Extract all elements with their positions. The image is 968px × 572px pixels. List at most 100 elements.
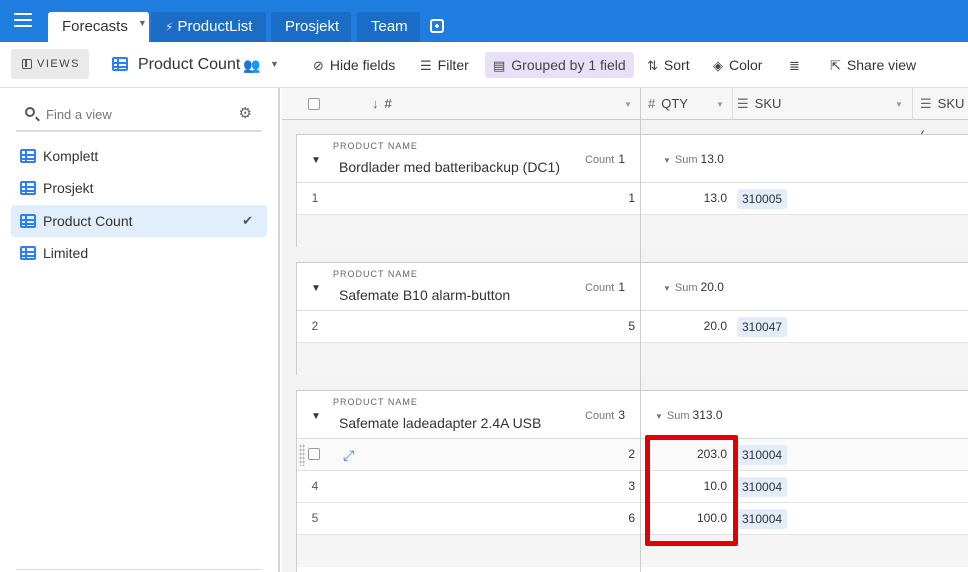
gear-icon[interactable]: ⚙: [239, 104, 252, 122]
column-label: SKU: [754, 96, 782, 111]
views-toggle-button[interactable]: VIEWS: [11, 49, 89, 79]
group-field-label: PRODUCT NAME: [333, 397, 418, 407]
cell-number[interactable]: 3: [628, 471, 635, 502]
button-label: Grouped by 1 field: [511, 57, 626, 73]
collapse-triangle-icon[interactable]: ▼: [311, 411, 321, 422]
hide-fields-button[interactable]: ⊘ Hide fields: [307, 53, 401, 77]
cell-qty[interactable]: 10.0: [704, 471, 727, 502]
top-tab-bar: Forecasts ▼ ⚡ ProductList Prosjekt Team: [0, 0, 968, 42]
sort-button[interactable]: ⇅ Sort: [641, 53, 696, 77]
cell-sku[interactable]: 310004: [737, 445, 788, 465]
filter-button[interactable]: ☰ Filter: [414, 53, 475, 77]
row-number: 4: [311, 479, 319, 493]
drag-handle-icon[interactable]: [299, 444, 305, 466]
grouped-grid: ↓# ▼ #QTY ▼ ☰SKU ▼ ☰SKU ( ▼ PRODUCT NAME…: [282, 88, 968, 572]
eye-slash-icon: ⊘: [313, 58, 324, 73]
caret-down-icon[interactable]: ▼: [138, 18, 147, 28]
collaborative-people-icon: 👥: [243, 57, 261, 73]
view-name-button[interactable]: Product Count: [112, 53, 240, 77]
sidebar-item-label: Komplett: [43, 148, 99, 164]
cell-qty[interactable]: 203.0: [697, 439, 727, 470]
row-number: 5: [311, 511, 319, 525]
button-label: Color: [729, 57, 763, 73]
tab-label: Prosjekt: [285, 18, 340, 35]
menu-icon[interactable]: [14, 13, 32, 29]
chevron-down-icon[interactable]: ▼: [716, 100, 724, 109]
select-all-checkbox[interactable]: [308, 98, 320, 110]
cell-sku[interactable]: 310004: [737, 509, 788, 529]
find-view-search: ⚙: [16, 98, 262, 132]
group-icon: ▤: [493, 58, 506, 73]
group-header: ▼ PRODUCT NAME Safemate B10 alarm-button…: [297, 263, 968, 311]
table-row[interactable]: 2 5 20.0 310047: [297, 311, 968, 343]
caret-down-icon: ▼: [663, 284, 671, 293]
sidebar-item-limited[interactable]: Limited: [11, 237, 267, 269]
expand-record-icon[interactable]: ⤢: [343, 447, 354, 464]
table-row[interactable]: ⤢ 2 203.0 310004: [297, 439, 968, 471]
tab-label: Forecasts: [62, 18, 128, 35]
cell-sku[interactable]: 310047: [737, 317, 788, 337]
table-row[interactable]: 1 1 13.0 310005: [297, 183, 968, 215]
grid-view-icon: [20, 214, 36, 228]
find-view-input[interactable]: [46, 103, 226, 125]
group-count: Count 3: [585, 408, 625, 422]
column-header-qty[interactable]: # QTY: [648, 88, 688, 120]
count-label: Count: [584, 282, 615, 294]
share-view-button[interactable]: ⇱ Share view: [824, 53, 922, 77]
table-row[interactable]: 5 6 100.0 310004: [297, 503, 968, 535]
add-table-icon[interactable]: [430, 19, 444, 33]
row-height-button[interactable]: ≣: [783, 53, 806, 77]
table-row[interactable]: 4 3 10.0 310004: [297, 471, 968, 503]
autonumber-icon: ↓: [372, 96, 379, 111]
color-button[interactable]: ◈ Color: [707, 53, 768, 77]
cell-qty[interactable]: 100.0: [697, 503, 727, 534]
chevron-down-icon[interactable]: ▼: [895, 100, 903, 109]
collapse-triangle-icon[interactable]: ▼: [311, 155, 321, 166]
button-label: Sort: [663, 57, 690, 73]
row-checkbox[interactable]: [308, 448, 320, 460]
column-divider: [732, 88, 733, 120]
caret-down-icon[interactable]: ▼: [270, 59, 279, 69]
caret-down-icon: ▼: [655, 412, 663, 421]
column-header-number[interactable]: ↓ #: [372, 88, 392, 120]
sum-value: 313.0: [692, 408, 723, 422]
cell-qty[interactable]: 20.0: [704, 311, 727, 342]
filter-icon: ☰: [420, 58, 432, 73]
sidebar-item-product-count[interactable]: Product Count ✔: [11, 205, 267, 237]
search-icon: [25, 107, 35, 117]
cell-number[interactable]: 6: [628, 503, 635, 534]
views-sidebar: ⚙ Komplett Prosjekt Product Count ✔ Limi…: [0, 88, 280, 572]
tab-prosjekt[interactable]: Prosjekt: [271, 12, 351, 42]
text-field-icon: ☰: [920, 96, 932, 111]
group-name: Bordlader med batteribackup (DC1): [339, 159, 560, 175]
column-header-sku[interactable]: ☰ SKU: [737, 88, 781, 120]
cell-sku[interactable]: 310004: [737, 477, 788, 497]
group-name: Safemate B10 alarm-button: [339, 287, 511, 303]
sidebar-item-prosjekt[interactable]: Prosjekt: [11, 172, 267, 204]
tab-team[interactable]: Team: [357, 12, 420, 42]
group-bordlader: ▼ PRODUCT NAME Bordlader med batteriback…: [296, 134, 968, 247]
caret-down-icon: ▼: [663, 156, 671, 165]
group-sum[interactable]: ▼ Sum 13.0: [663, 152, 724, 166]
tab-productlist[interactable]: ⚡ ProductList: [151, 12, 266, 42]
collapse-triangle-icon[interactable]: ▼: [311, 283, 321, 294]
group-sum[interactable]: ▼ Sum 20.0: [663, 280, 724, 294]
sidebar-item-komplett[interactable]: Komplett: [11, 140, 267, 172]
cell-sku[interactable]: 310005: [737, 189, 788, 209]
column-header-sku-2[interactable]: ☰SKU (: [920, 88, 968, 143]
cell-qty[interactable]: 13.0: [704, 183, 727, 214]
cell-number[interactable]: 2: [628, 439, 635, 470]
cell-number[interactable]: 5: [628, 311, 635, 342]
chevron-down-icon[interactable]: ▼: [624, 100, 632, 109]
column-label: #: [384, 96, 392, 111]
group-button[interactable]: ▤ Grouped by 1 field: [485, 52, 634, 78]
group-footer: [297, 343, 968, 375]
group-sum[interactable]: ▼ Sum 313.0: [655, 408, 723, 422]
text-field-icon: ☰: [737, 96, 749, 111]
count-label: Count: [584, 410, 615, 422]
column-header-row: ↓# ▼ #QTY ▼ ☰SKU ▼ ☰SKU (: [282, 88, 968, 143]
tab-forecasts[interactable]: Forecasts ▼: [48, 12, 149, 42]
group-count: Count 1: [585, 152, 625, 166]
sidebar-icon: [22, 59, 32, 69]
cell-number[interactable]: 1: [628, 183, 635, 214]
